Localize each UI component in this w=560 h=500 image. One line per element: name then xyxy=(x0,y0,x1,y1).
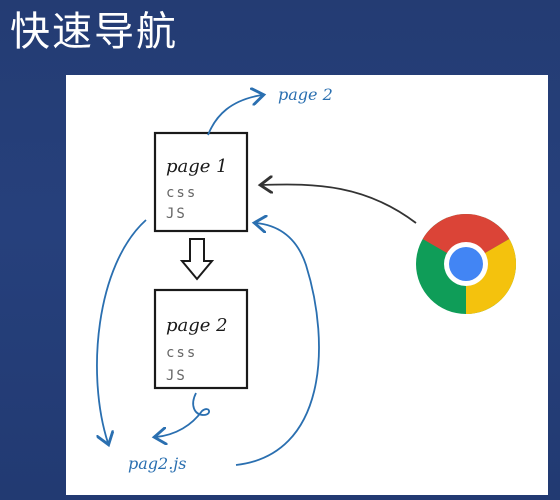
page2-css: css xyxy=(166,345,197,361)
page1-js: JS xyxy=(166,206,187,222)
page2-js: JS xyxy=(166,368,187,384)
chrome-icon xyxy=(416,214,516,314)
arrow-chrome-to-page1 xyxy=(262,184,417,224)
page1-title: page 1 xyxy=(166,156,228,177)
slide-title: 快速导航 xyxy=(10,9,178,55)
arrow-to-page2-label xyxy=(207,95,262,136)
down-arrow-icon xyxy=(179,238,215,281)
page2-title: page 2 xyxy=(166,315,228,336)
arrow-page1-to-js xyxy=(96,219,147,443)
diagram-svg: page 1 css JS page 2 css JS page 2 pag2.… xyxy=(96,85,516,473)
page2-label: page 2 xyxy=(278,85,333,104)
page2-box: page 2 css JS xyxy=(153,288,249,390)
diagram-canvas: page 1 css JS page 2 css JS page 2 pag2.… xyxy=(66,75,548,495)
page2js-label: pag2.js xyxy=(128,454,186,473)
arrow-page2-to-js xyxy=(156,392,210,437)
page1-css: css xyxy=(166,185,197,201)
page1-box: page 1 css JS xyxy=(153,131,249,233)
arrow-js-to-page1 xyxy=(235,223,320,466)
